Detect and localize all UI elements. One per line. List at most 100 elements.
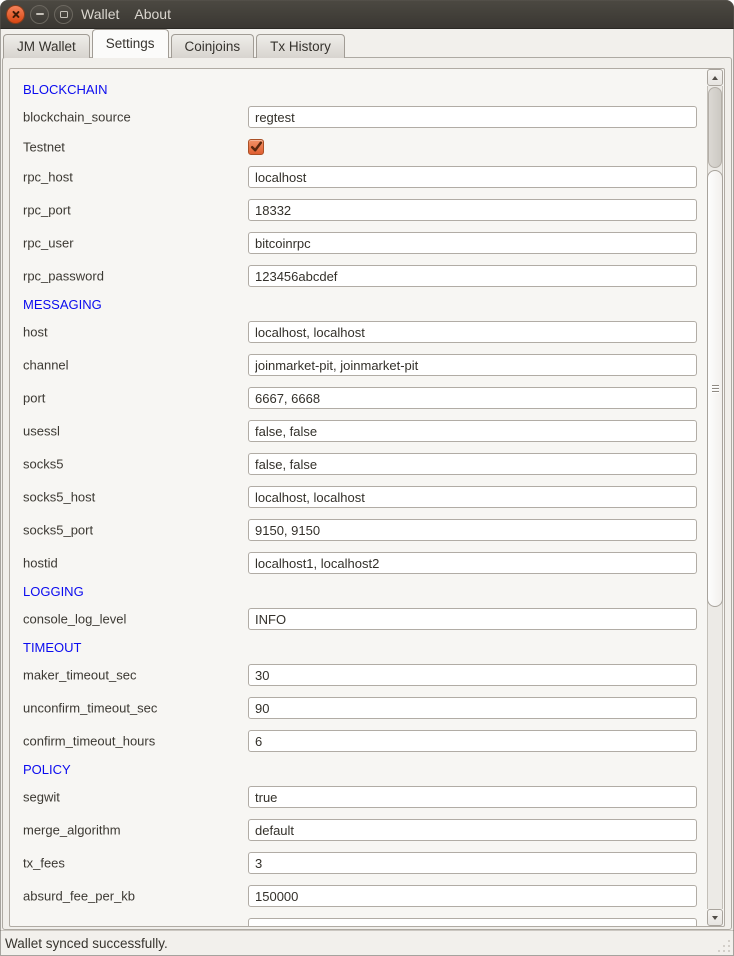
port-input[interactable]: [248, 387, 697, 409]
confirm-timeout-hours-input[interactable]: [248, 730, 697, 752]
usessl-input[interactable]: [248, 420, 697, 442]
status-message: Wallet synced successfully.: [5, 936, 168, 951]
settings-row: host: [10, 321, 706, 343]
unconfirm-timeout-sec-input[interactable]: [248, 697, 697, 719]
resize-grip-icon[interactable]: [717, 939, 731, 953]
console-log-level-input[interactable]: [248, 608, 697, 630]
tab-coinjoins[interactable]: Coinjoins: [171, 34, 255, 58]
check-icon: [250, 141, 263, 153]
thumb-grip: [712, 385, 719, 386]
close-button[interactable]: [6, 5, 25, 24]
socks5-label: socks5: [23, 457, 63, 472]
settings-row: channel: [10, 354, 706, 376]
arrow-up-icon: [712, 76, 718, 80]
settings-scroll-area: BLOCKCHAIN blockchain_source Testnet rpc_ho…: [9, 68, 725, 927]
tab-jm-wallet[interactable]: JM Wallet: [3, 34, 90, 58]
settings-row: absurd_fee_per_kb: [10, 885, 706, 907]
blockchain-source-input[interactable]: [248, 106, 697, 128]
section-header-logging: LOGGING: [23, 585, 706, 599]
menu-item-about[interactable]: About: [134, 6, 171, 22]
section-header-timeout: TIMEOUT: [23, 641, 706, 655]
scrollbar-track-upper[interactable]: [708, 87, 722, 168]
tab-bar: JM WalletSettingsCoinjoinsTx History: [0, 29, 347, 58]
merge-algorithm-input[interactable]: [248, 819, 697, 841]
tx-fees-label: tx_fees: [23, 856, 65, 871]
settings-row: socks5_host: [10, 486, 706, 508]
tab-settings[interactable]: Settings: [92, 29, 169, 58]
settings-row: socks5: [10, 453, 706, 475]
segwit-label: segwit: [23, 790, 60, 805]
settings-row: Testnet: [10, 139, 706, 155]
tx-fees-input[interactable]: [248, 852, 697, 874]
channel-input[interactable]: [248, 354, 697, 376]
settings-row: rpc_password: [10, 265, 706, 287]
hostid-label: hostid: [23, 556, 58, 571]
rpc-user-label: rpc_user: [23, 236, 74, 251]
usessl-label: usessl: [23, 424, 60, 439]
console-log-level-label: console_log_level: [23, 612, 126, 627]
thumb-grip: [712, 391, 719, 392]
rpc-port-input[interactable]: [248, 199, 697, 221]
settings-row: usessl: [10, 420, 706, 442]
merge-algorithm-label: merge_algorithm: [23, 823, 121, 838]
scroll-up-button[interactable]: [707, 69, 723, 86]
title-bar: Wallet About: [0, 0, 734, 29]
menubar: Wallet About: [81, 6, 171, 22]
maker-timeout-sec-input[interactable]: [248, 664, 697, 686]
scrollbar-track[interactable]: [707, 86, 723, 909]
maximize-button[interactable]: [54, 5, 73, 24]
host-label: host: [23, 325, 48, 340]
tab-tx-history[interactable]: Tx History: [256, 34, 345, 58]
app-window: Wallet About JM WalletSettingsCoinjoinsTx…: [0, 0, 734, 956]
arrow-down-icon: [712, 916, 718, 920]
socks5-host-input[interactable]: [248, 486, 697, 508]
settings-row: console_log_level: [10, 608, 706, 630]
settings-row: blockchain_source: [10, 106, 706, 128]
absurd-fee-per-kb-label: absurd_fee_per_kb: [23, 889, 135, 904]
confirm-timeout-hours-label: confirm_timeout_hours: [23, 734, 155, 749]
vertical-scrollbar[interactable]: [706, 69, 724, 926]
rpc-password-label: rpc_password: [23, 269, 104, 284]
settings-row-partial: [10, 918, 706, 926]
minimize-icon: [36, 13, 44, 15]
segwit-input[interactable]: [248, 786, 697, 808]
rpc-host-label: rpc_host: [23, 170, 73, 185]
minimize-button[interactable]: [30, 5, 49, 24]
next-setting-input[interactable]: [248, 918, 697, 926]
thumb-grip: [712, 388, 719, 389]
rpc-port-label: rpc_port: [23, 203, 71, 218]
settings-row: hostid: [10, 552, 706, 574]
close-icon: [11, 10, 20, 19]
blockchain-source-label: blockchain_source: [23, 110, 131, 125]
settings-row: socks5_port: [10, 519, 706, 541]
rpc-password-input[interactable]: [248, 265, 697, 287]
settings-row: rpc_host: [10, 166, 706, 188]
host-input[interactable]: [248, 321, 697, 343]
hostid-input[interactable]: [248, 552, 697, 574]
settings-row: segwit: [10, 786, 706, 808]
port-label: port: [23, 391, 45, 406]
settings-row: unconfirm_timeout_sec: [10, 697, 706, 719]
testnet-checkbox[interactable]: [248, 139, 264, 155]
settings-row: maker_timeout_sec: [10, 664, 706, 686]
channel-label: channel: [23, 358, 69, 373]
socks5-port-input[interactable]: [248, 519, 697, 541]
maker-timeout-sec-label: maker_timeout_sec: [23, 668, 136, 683]
absurd-fee-per-kb-input[interactable]: [248, 885, 697, 907]
settings-row: rpc_user: [10, 232, 706, 254]
menu-item-wallet[interactable]: Wallet: [81, 6, 119, 22]
settings-row: tx_fees: [10, 852, 706, 874]
socks5-port-label: socks5_port: [23, 523, 93, 538]
section-header-messaging: MESSAGING: [23, 298, 706, 312]
section-header-blockchain: BLOCKCHAIN: [23, 83, 706, 97]
settings-rows: BLOCKCHAIN blockchain_source Testnet rpc_ho…: [10, 69, 706, 926]
scrollbar-thumb[interactable]: [707, 170, 723, 607]
unconfirm-timeout-sec-label: unconfirm_timeout_sec: [23, 701, 157, 716]
settings-row: merge_algorithm: [10, 819, 706, 841]
scroll-down-button[interactable]: [707, 909, 723, 926]
rpc-host-input[interactable]: [248, 166, 697, 188]
window-controls: [0, 5, 73, 24]
settings-row: confirm_timeout_hours: [10, 730, 706, 752]
socks5-input[interactable]: [248, 453, 697, 475]
rpc-user-input[interactable]: [248, 232, 697, 254]
